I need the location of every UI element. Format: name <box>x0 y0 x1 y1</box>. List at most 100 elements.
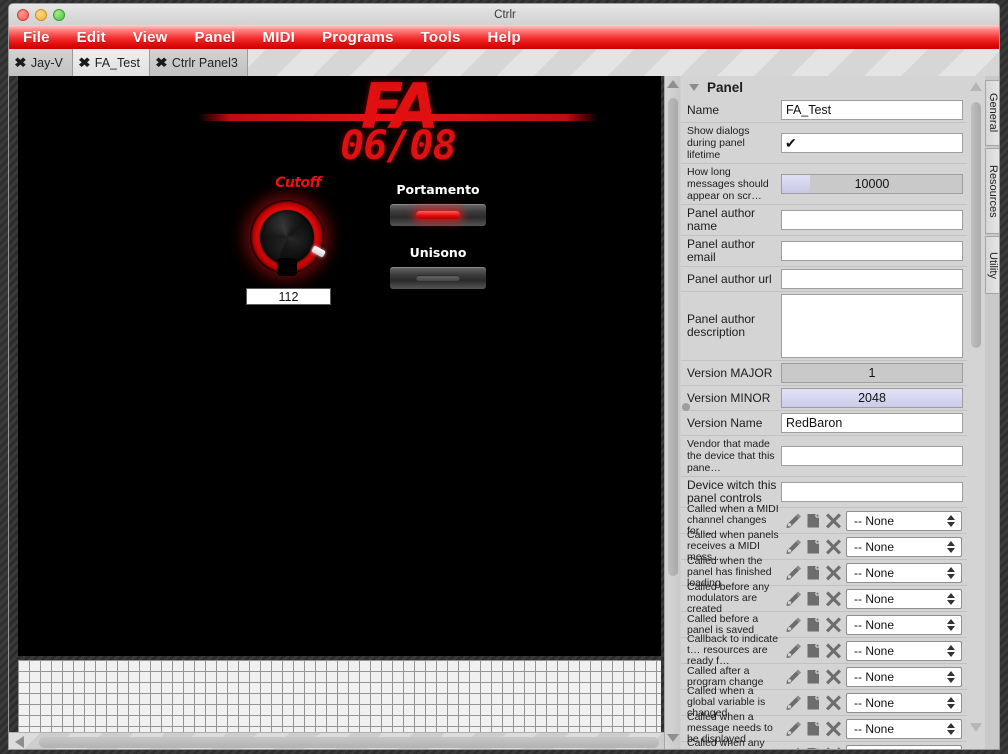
version-minor-input[interactable]: 2048 <box>781 388 963 408</box>
portamento-switch[interactable] <box>390 204 486 226</box>
component-grid-area[interactable] <box>18 660 661 732</box>
version-major-input[interactable]: 1 <box>781 363 963 383</box>
script-gear-icon[interactable] <box>805 564 822 581</box>
stepper-icon[interactable] <box>947 748 955 749</box>
callback-select[interactable]: -- None <box>846 640 962 661</box>
properties-header[interactable]: Panel <box>681 76 963 98</box>
canvas-vertical-scrollbar[interactable] <box>664 76 680 749</box>
menu-item-midi[interactable]: MIDI <box>263 29 295 46</box>
edit-pencil-icon[interactable] <box>785 694 802 711</box>
callback-select[interactable]: -- None <box>846 718 962 739</box>
callback-select[interactable]: -- None <box>846 536 962 557</box>
stepper-icon[interactable] <box>947 540 955 553</box>
delete-x-icon[interactable] <box>825 720 842 737</box>
scroll-down-icon[interactable] <box>970 723 982 732</box>
tab-fa-test[interactable]: ✖ FA_Test <box>72 49 150 76</box>
edit-pencil-icon[interactable] <box>785 564 802 581</box>
delete-x-icon[interactable] <box>825 642 842 659</box>
menu-item-panel[interactable]: Panel <box>195 29 236 46</box>
stepper-icon[interactable] <box>947 592 955 605</box>
stepper-icon[interactable] <box>947 514 955 527</box>
script-gear-icon[interactable] <box>805 668 822 685</box>
author-description-input[interactable] <box>781 294 963 358</box>
horizontal-scrollbar[interactable] <box>9 732 677 749</box>
script-gear-icon[interactable] <box>805 642 822 659</box>
author-email-input[interactable] <box>781 241 963 261</box>
edit-pencil-icon[interactable] <box>785 720 802 737</box>
callback-select[interactable]: -- None <box>846 692 962 713</box>
close-icon[interactable]: ✖ <box>155 56 168 69</box>
scroll-up-icon[interactable] <box>667 80 679 92</box>
side-tab-utility[interactable]: Utility <box>985 236 999 294</box>
menu-item-help[interactable]: Help <box>488 29 521 46</box>
script-gear-icon[interactable] <box>805 512 822 529</box>
edit-pencil-icon[interactable] <box>785 512 802 529</box>
menu-item-programs[interactable]: Programs <box>322 29 394 46</box>
panel-canvas[interactable]: FA 06/08 Cutoff 112 Portamento Unisono <box>18 76 661 656</box>
cutoff-value-field[interactable]: 112 <box>246 288 331 305</box>
menu-item-view[interactable]: View <box>133 29 168 46</box>
edit-pencil-icon[interactable] <box>785 616 802 633</box>
stepper-icon[interactable] <box>947 696 955 709</box>
horizontal-scroll-thumb[interactable] <box>39 737 659 748</box>
delete-x-icon[interactable] <box>825 694 842 711</box>
show-dialogs-checkbox[interactable]: ✔ <box>781 133 963 153</box>
menu-item-tools[interactable]: Tools <box>421 29 461 46</box>
scroll-left-icon[interactable] <box>15 736 24 748</box>
edit-pencil-icon[interactable] <box>785 668 802 685</box>
name-input[interactable]: FA_Test <box>781 100 963 120</box>
delete-x-icon[interactable] <box>825 746 842 749</box>
properties-scrollbar[interactable] <box>967 76 985 749</box>
callback-select-value: -- None <box>854 617 895 632</box>
tab-ctrlr-panel3[interactable]: ✖ Ctrlr Panel3 <box>149 49 248 76</box>
script-gear-icon[interactable] <box>805 746 822 749</box>
callback-select[interactable]: -- None <box>846 666 962 687</box>
stepper-icon[interactable] <box>947 644 955 657</box>
edit-pencil-icon[interactable] <box>785 746 802 749</box>
properties-scroll-thumb[interactable] <box>971 102 981 348</box>
edit-pencil-icon[interactable] <box>785 538 802 555</box>
author-url-input[interactable] <box>781 269 963 289</box>
stepper-icon[interactable] <box>947 618 955 631</box>
menu-item-edit[interactable]: Edit <box>77 29 106 46</box>
vertical-scroll-thumb[interactable] <box>668 98 678 576</box>
script-gear-icon[interactable] <box>805 694 822 711</box>
version-name-input[interactable]: RedBaron <box>781 413 963 433</box>
callback-select[interactable]: -- None <box>846 744 962 749</box>
delete-x-icon[interactable] <box>825 538 842 555</box>
scroll-down-icon[interactable] <box>667 734 679 746</box>
scroll-up-icon[interactable] <box>970 82 982 91</box>
edit-pencil-icon[interactable] <box>785 590 802 607</box>
device-input[interactable] <box>781 482 963 502</box>
stepper-icon[interactable] <box>947 722 955 735</box>
cutoff-knob[interactable] <box>250 200 326 276</box>
stepper-icon[interactable] <box>947 566 955 579</box>
tab-jay-v[interactable]: ✖ Jay-V <box>9 49 73 76</box>
close-icon[interactable]: ✖ <box>78 56 91 69</box>
script-gear-icon[interactable] <box>805 590 822 607</box>
script-gear-icon[interactable] <box>805 720 822 737</box>
script-gear-icon[interactable] <box>805 538 822 555</box>
chevron-down-icon[interactable] <box>689 83 699 91</box>
stepper-icon[interactable] <box>947 670 955 683</box>
message-duration-slider[interactable]: 10000 <box>781 174 963 194</box>
delete-x-icon[interactable] <box>825 512 842 529</box>
delete-x-icon[interactable] <box>825 590 842 607</box>
script-gear-icon[interactable] <box>805 616 822 633</box>
side-tab-resources[interactable]: Resources <box>985 148 999 234</box>
close-icon[interactable]: ✖ <box>14 56 27 69</box>
menu-item-file[interactable]: File <box>23 29 50 46</box>
callback-select[interactable]: -- None <box>846 562 962 583</box>
edit-pencil-icon[interactable] <box>785 642 802 659</box>
delete-x-icon[interactable] <box>825 616 842 633</box>
side-tab-general[interactable]: General <box>985 80 999 146</box>
delete-x-icon[interactable] <box>825 668 842 685</box>
callback-select[interactable]: -- None <box>846 510 962 531</box>
delete-x-icon[interactable] <box>825 564 842 581</box>
callback-actions <box>781 564 846 581</box>
callback-select[interactable]: -- None <box>846 614 962 635</box>
vendor-input[interactable] <box>781 446 963 466</box>
callback-select[interactable]: -- None <box>846 588 962 609</box>
unisono-switch[interactable] <box>390 267 486 289</box>
author-name-input[interactable] <box>781 210 963 230</box>
